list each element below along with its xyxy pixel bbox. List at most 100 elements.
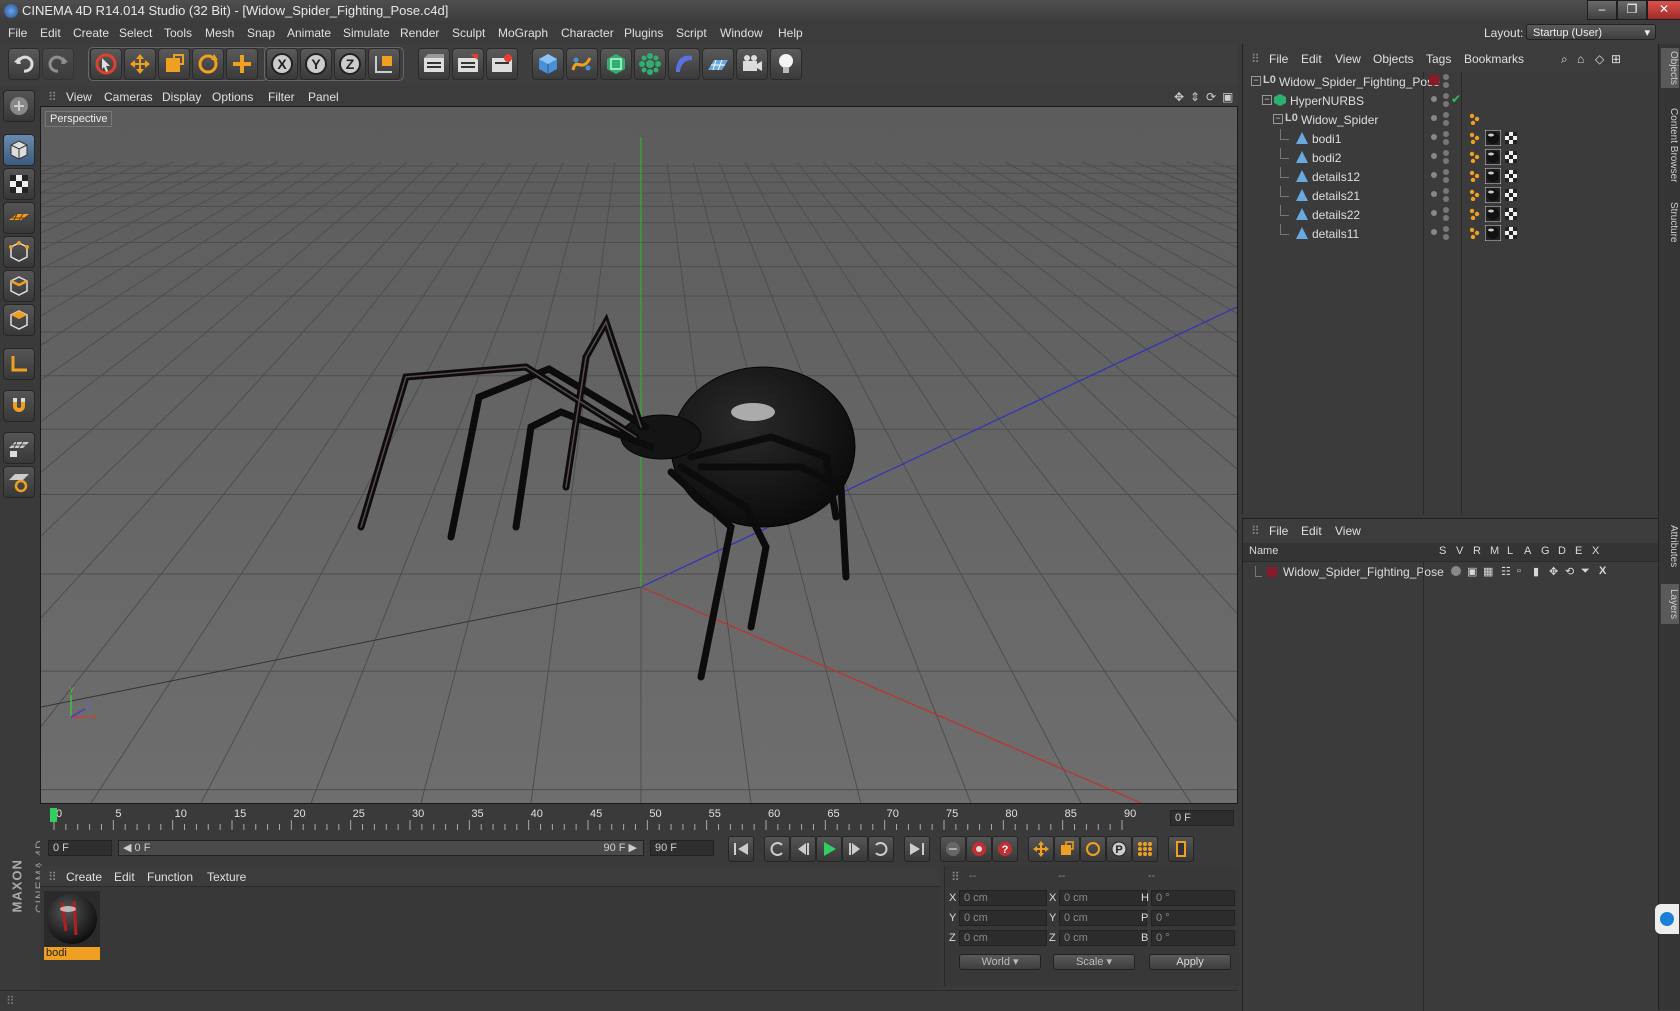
redo-button[interactable]	[42, 48, 74, 80]
editor-visibility-dot[interactable]	[1431, 134, 1437, 140]
teamviewer-icon[interactable]	[1655, 904, 1679, 934]
editor-visibility-dot[interactable]	[1431, 210, 1437, 216]
object-row[interactable]: bodi1	[1243, 129, 1659, 149]
viewport-menu-filter[interactable]: Filter	[268, 90, 295, 104]
objects-menu-tags[interactable]: Tags	[1426, 52, 1451, 66]
model-mode-button[interactable]	[3, 134, 35, 166]
render-picture-viewer-button[interactable]	[452, 48, 484, 80]
layer-lock-icon[interactable]: ▫	[1517, 565, 1521, 577]
material-menu-function[interactable]: Function	[147, 870, 193, 884]
layer-header-column[interactable]: G	[1541, 545, 1550, 557]
uvw-tag-icon[interactable]	[1505, 189, 1517, 201]
close-button[interactable]: ✕	[1647, 0, 1680, 20]
keyframe-selection-button[interactable]: ?	[992, 836, 1018, 862]
layer-render-icon[interactable]: ▦	[1483, 565, 1493, 578]
texture-mode-button[interactable]	[3, 168, 35, 200]
object-row[interactable]: details22	[1243, 205, 1659, 225]
layer-manager-icon[interactable]: ☷	[1501, 565, 1511, 578]
coordinate-mode-dropdown[interactable]: Scale ▾	[1053, 954, 1135, 970]
uvw-tag-icon[interactable]	[1505, 132, 1517, 144]
layer-color-tag[interactable]	[1429, 75, 1439, 85]
phong-tag-icon[interactable]	[1469, 227, 1481, 239]
render-visibility-dot[interactable]	[1443, 207, 1449, 213]
phong-tag-icon[interactable]	[1469, 113, 1481, 125]
layers-menu-edit[interactable]: Edit	[1301, 524, 1322, 538]
viewport-rotate-icon[interactable]: ⟳	[1206, 90, 1216, 104]
viewport-move-icon[interactable]: ✥	[1174, 90, 1184, 104]
editor-visibility-dot[interactable]	[1431, 172, 1437, 178]
light-button[interactable]	[770, 48, 802, 80]
move-tool-button[interactable]	[124, 48, 156, 80]
end-frame-field[interactable]: 90 F	[650, 840, 714, 856]
playhead-marker[interactable]	[50, 808, 57, 822]
object-row[interactable]: bodi2	[1243, 148, 1659, 168]
record-keyframes-button[interactable]	[940, 836, 966, 862]
expand-toggle-icon[interactable]: −	[1251, 76, 1261, 86]
material-tag-icon[interactable]	[1485, 130, 1501, 146]
spline-button[interactable]	[566, 48, 598, 80]
render-visibility-dot[interactable]	[1443, 177, 1449, 183]
menu-sculpt[interactable]: Sculpt	[452, 26, 485, 40]
render-visibility-dot[interactable]	[1443, 215, 1449, 221]
layer-generators-icon[interactable]: ✥	[1549, 565, 1558, 578]
editor-visibility-dot[interactable]	[1431, 96, 1437, 102]
menu-help[interactable]: Help	[778, 26, 803, 40]
camera-button[interactable]	[736, 48, 768, 80]
phong-tag-icon[interactable]	[1469, 208, 1481, 220]
uvw-tag-icon[interactable]	[1505, 151, 1517, 163]
menu-mesh[interactable]: Mesh	[205, 26, 234, 40]
layout-dropdown[interactable]: Startup (User) ▾	[1526, 24, 1656, 40]
enabled-check-icon[interactable]: ✔	[1451, 92, 1461, 106]
deformer-button[interactable]	[668, 48, 700, 80]
frame-range-slider[interactable]: ◀ 0 F 90 F ▶	[118, 840, 644, 856]
array-button[interactable]	[634, 48, 666, 80]
render-visibility-dot[interactable]	[1443, 112, 1449, 118]
key-rotation-button[interactable]	[1080, 836, 1106, 862]
layer-header-column[interactable]: A	[1524, 545, 1531, 557]
menu-plugins[interactable]: Plugins	[624, 26, 663, 40]
start-frame-field[interactable]: 0 F	[48, 840, 112, 856]
floor-button[interactable]	[702, 48, 734, 80]
uvw-tag-icon[interactable]	[1505, 227, 1517, 239]
polygons-mode-button[interactable]	[3, 304, 35, 336]
layer-header-column[interactable]: E	[1575, 545, 1582, 557]
material-swatch[interactable]: bodi	[44, 891, 100, 960]
pos-z-field[interactable]: 0 cm	[959, 930, 1047, 946]
menu-window[interactable]: Window	[720, 26, 763, 40]
menu-select[interactable]: Select	[119, 26, 152, 40]
layer-header-column[interactable]: V	[1456, 545, 1463, 557]
live-selection-button[interactable]	[90, 48, 122, 80]
current-frame-field[interactable]: 0 F	[1170, 810, 1234, 826]
coordinate-space-dropdown[interactable]: World ▾	[959, 954, 1041, 970]
material-tag-icon[interactable]	[1485, 225, 1501, 241]
viewport-menu-display[interactable]: Display	[162, 90, 201, 104]
size-y-field[interactable]: 0 cm	[1059, 910, 1147, 926]
layers-menu-view[interactable]: View	[1335, 524, 1361, 538]
menu-tools[interactable]: Tools	[164, 26, 192, 40]
render-visibility-dot[interactable]	[1443, 196, 1449, 202]
go-to-end-button[interactable]	[904, 836, 930, 862]
timeline-window-button[interactable]	[1168, 836, 1194, 862]
workplane-mode-button[interactable]	[3, 202, 35, 234]
layer-header-column[interactable]: M	[1490, 545, 1499, 557]
material-menu-create[interactable]: Create	[66, 870, 102, 884]
previous-frame-button[interactable]	[790, 836, 816, 862]
render-visibility-dot[interactable]	[1443, 188, 1449, 194]
z-axis-lock-button[interactable]: Z	[334, 48, 366, 80]
apply-button[interactable]: Apply	[1149, 954, 1231, 970]
new-window-icon[interactable]: ⊞	[1611, 52, 1621, 66]
side-tab-structure[interactable]: Structure	[1661, 194, 1679, 250]
render-visibility-dot[interactable]	[1443, 131, 1449, 137]
layer-expressions-icon[interactable]: ⏷	[1581, 565, 1590, 578]
points-mode-button[interactable]	[3, 236, 35, 268]
render-visibility-dot[interactable]	[1443, 234, 1449, 240]
go-to-start-button[interactable]	[728, 836, 754, 862]
render-visibility-dot[interactable]	[1443, 139, 1449, 145]
add-object-button[interactable]	[226, 48, 258, 80]
side-tab-attributes[interactable]: Attributes	[1661, 518, 1679, 574]
viewport-menu-options[interactable]: Options	[212, 90, 253, 104]
expand-toggle-icon[interactable]: −	[1273, 114, 1283, 124]
editor-visibility-dot[interactable]	[1431, 153, 1437, 159]
menu-edit[interactable]: Edit	[40, 26, 61, 40]
menu-render[interactable]: Render	[400, 26, 439, 40]
